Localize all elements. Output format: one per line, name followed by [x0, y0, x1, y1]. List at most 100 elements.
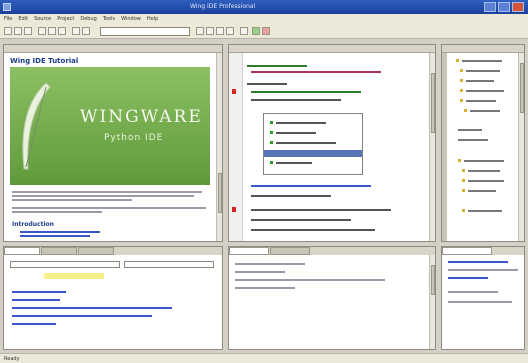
code-line — [251, 71, 381, 73]
search-result[interactable] — [12, 299, 60, 301]
doc-link[interactable] — [20, 235, 90, 237]
debug-scroll-thumb[interactable] — [431, 265, 435, 295]
tree-item[interactable] — [458, 129, 482, 131]
feather-icon — [22, 82, 51, 170]
editor-header — [229, 45, 435, 53]
minimize-icon[interactable] — [484, 2, 496, 12]
breakpoint-marker[interactable] — [232, 207, 236, 212]
source-assistant-pane — [441, 246, 525, 350]
step-over-button[interactable] — [206, 27, 214, 35]
code-line — [251, 195, 331, 197]
menu-project[interactable]: Project — [57, 16, 74, 22]
doc-scrollbar[interactable] — [216, 53, 222, 241]
run-button[interactable] — [252, 27, 260, 35]
doc-text-line — [12, 195, 194, 197]
tab-search-in-files[interactable] — [41, 247, 77, 255]
tree-item[interactable] — [464, 160, 504, 162]
project-scroll-thumb[interactable] — [520, 63, 524, 113]
menu-window[interactable]: Window — [121, 16, 141, 22]
breakpoint-marker[interactable] — [232, 89, 236, 94]
doc-scroll-thumb[interactable] — [218, 173, 222, 213]
step-into-button[interactable] — [216, 27, 224, 35]
search-result[interactable] — [12, 323, 56, 325]
search-pane — [3, 246, 223, 350]
project-panel — [441, 44, 525, 242]
menu-tools[interactable]: Tools — [103, 16, 115, 22]
assistant-text — [448, 269, 518, 271]
close-icon[interactable] — [512, 2, 524, 12]
breakpoint-button[interactable] — [262, 27, 270, 35]
console-line — [235, 279, 385, 281]
tab-search[interactable] — [4, 247, 40, 255]
autocomplete-item[interactable] — [270, 140, 336, 145]
doc-link[interactable] — [20, 231, 100, 233]
tree-item[interactable] — [468, 190, 496, 192]
assistant-link[interactable] — [448, 261, 508, 263]
menu-file[interactable]: File — [4, 16, 12, 22]
tab-source-assistant[interactable] — [442, 247, 492, 255]
debug-button[interactable] — [196, 27, 204, 35]
tree-item[interactable] — [468, 180, 504, 182]
project-scrollbar[interactable] — [518, 53, 524, 241]
tab-python-shell[interactable] — [270, 247, 310, 255]
tab-bookmarks[interactable] — [78, 247, 114, 255]
status-text: Ready — [4, 356, 20, 362]
copy-button[interactable] — [48, 27, 56, 35]
tree-item[interactable] — [468, 170, 500, 172]
assistant-link[interactable] — [448, 277, 488, 279]
editor-scroll-thumb[interactable] — [431, 73, 435, 133]
app-icon — [3, 3, 11, 11]
stop-button[interactable] — [240, 27, 248, 35]
folder-icon — [460, 69, 463, 72]
search-input[interactable] — [10, 261, 120, 268]
doc-pane-header — [4, 45, 222, 53]
panel-side-tabs[interactable] — [442, 53, 447, 241]
autocomplete-item[interactable] — [270, 130, 316, 135]
search-result[interactable] — [12, 291, 66, 293]
open-file-button[interactable] — [14, 27, 22, 35]
tree-item[interactable] — [468, 210, 502, 212]
search-result[interactable] — [12, 307, 172, 309]
autocomplete-item[interactable] — [270, 120, 326, 125]
replace-input[interactable] — [124, 261, 214, 268]
menu-help[interactable]: Help — [147, 16, 158, 22]
maximize-icon[interactable] — [498, 2, 510, 12]
tree-item[interactable] — [462, 60, 502, 62]
banner-wingware: WINGWARE — [80, 107, 203, 127]
tree-item[interactable] — [466, 80, 494, 82]
new-file-button[interactable] — [4, 27, 12, 35]
debug-probe-pane — [228, 246, 436, 350]
tree-item[interactable] — [466, 70, 500, 72]
code-line — [251, 91, 361, 93]
step-out-button[interactable] — [226, 27, 234, 35]
tab-debug-probe[interactable] — [229, 247, 269, 255]
code-line — [251, 99, 341, 101]
paste-button[interactable] — [58, 27, 66, 35]
tree-item[interactable] — [470, 110, 500, 112]
menu-debug[interactable]: Debug — [80, 16, 96, 22]
search-combo[interactable] — [100, 27, 190, 36]
cut-button[interactable] — [38, 27, 46, 35]
file-icon — [462, 209, 465, 212]
file-icon — [464, 109, 467, 112]
code-line — [247, 65, 307, 67]
autocomplete-item[interactable] — [270, 160, 312, 165]
doc-text-line — [12, 191, 202, 193]
project-header — [442, 45, 524, 53]
tree-item[interactable] — [458, 139, 488, 141]
autocomplete-selection[interactable] — [264, 150, 362, 157]
tree-item[interactable] — [466, 100, 496, 102]
save-file-button[interactable] — [24, 27, 32, 35]
line-gutter[interactable] — [229, 53, 243, 241]
menu-source[interactable]: Source — [34, 16, 51, 22]
toolbar — [0, 24, 528, 39]
undo-button[interactable] — [72, 27, 80, 35]
editor-scrollbar[interactable] — [429, 53, 435, 241]
redo-button[interactable] — [82, 27, 90, 35]
documentation-pane: Wing IDE Tutorial WINGWARE Python IDE In… — [3, 44, 223, 242]
search-result[interactable] — [12, 315, 152, 317]
debug-scrollbar[interactable] — [429, 255, 435, 349]
autocomplete-popup[interactable] — [263, 113, 363, 175]
menu-edit[interactable]: Edit — [18, 16, 28, 22]
tree-item[interactable] — [466, 90, 504, 92]
